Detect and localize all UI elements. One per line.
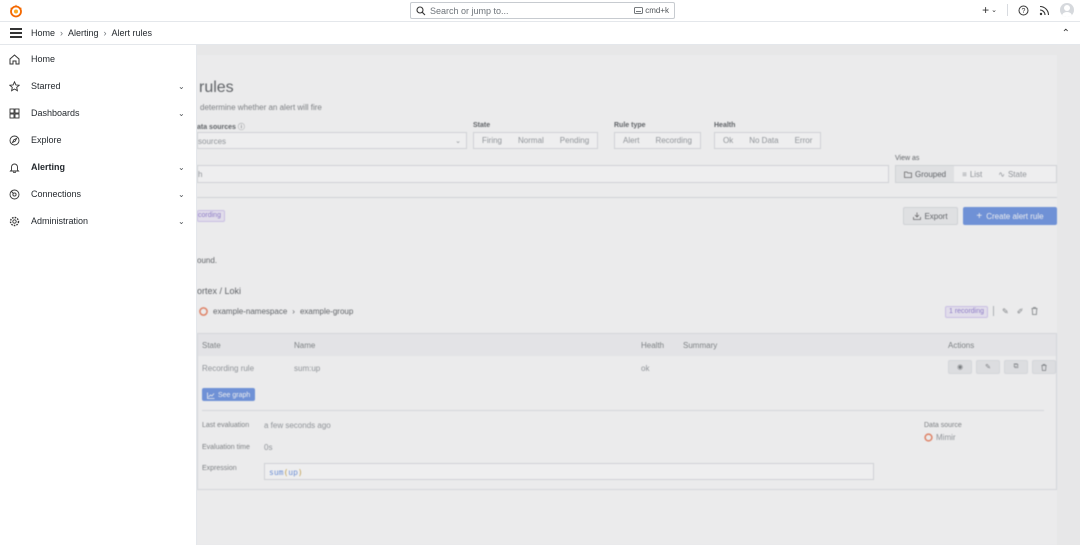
sidebar-item-connections[interactable]: Connections ⌄ <box>0 184 197 204</box>
news-feed-icon[interactable] <box>1039 5 1050 16</box>
sidebar-item-explore[interactable]: Explore <box>0 130 197 150</box>
connections-icon <box>9 189 20 199</box>
add-new-button[interactable]: + ⌄ <box>982 3 997 17</box>
menu-toggle-icon[interactable] <box>10 28 22 38</box>
chevron-right-icon: › <box>60 28 64 38</box>
chevron-down-icon[interactable]: ⌄ <box>178 163 185 172</box>
breadcrumb: Home › Alerting › Alert rules <box>31 28 152 38</box>
keyboard-icon <box>634 7 644 14</box>
search-input[interactable]: Search or jump to... cmd+k <box>410 2 675 19</box>
breadcrumb-home[interactable]: Home <box>31 28 55 38</box>
sidebar-item-dashboards[interactable]: Dashboards ⌄ <box>0 103 197 123</box>
sidebar-item-home[interactable]: Home <box>0 49 197 69</box>
chevron-down-icon[interactable]: ⌄ <box>178 217 185 226</box>
svg-text:?: ? <box>1022 8 1026 15</box>
breadcrumb-alerting[interactable]: Alerting <box>68 28 99 38</box>
star-icon <box>9 80 20 92</box>
chevron-down-icon[interactable]: ⌄ <box>178 190 185 199</box>
sidebar-item-administration[interactable]: Administration ⌄ <box>0 211 197 231</box>
chevron-up-icon[interactable]: ⌃ <box>1062 28 1070 39</box>
bell-icon <box>9 163 20 173</box>
search-shortcut: cmd+k <box>634 6 669 15</box>
breadcrumb-bar: Home › Alerting › Alert rules ⌃ <box>0 22 1080 45</box>
search-placeholder: Search or jump to... <box>430 5 509 16</box>
chevron-right-icon: › <box>103 28 107 38</box>
chevron-down-icon[interactable]: ⌄ <box>178 109 185 118</box>
sidebar-item-starred[interactable]: Starred ⌄ <box>0 76 197 96</box>
top-right-actions: + ⌄ ? <box>982 3 1074 17</box>
sidebar-item-alerting[interactable]: Alerting ⌄ <box>0 157 197 177</box>
grafana-logo-icon[interactable] <box>9 4 23 18</box>
compass-icon <box>9 135 20 145</box>
breadcrumb-alert-rules: Alert rules <box>111 28 153 38</box>
gear-icon <box>9 216 20 226</box>
user-avatar[interactable] <box>1060 3 1074 17</box>
home-icon <box>9 53 20 64</box>
chevron-down-icon[interactable]: ⌄ <box>178 82 185 91</box>
dashboards-icon <box>9 108 20 118</box>
sidebar-backdrop[interactable] <box>197 45 1080 545</box>
sidebar: Home Starred ⌄ Dashboards ⌄ Explore Aler… <box>0 45 197 545</box>
search-icon <box>416 5 426 15</box>
help-icon[interactable]: ? <box>1018 5 1029 16</box>
top-bar: Search or jump to... cmd+k + ⌄ ? <box>0 0 1080 22</box>
